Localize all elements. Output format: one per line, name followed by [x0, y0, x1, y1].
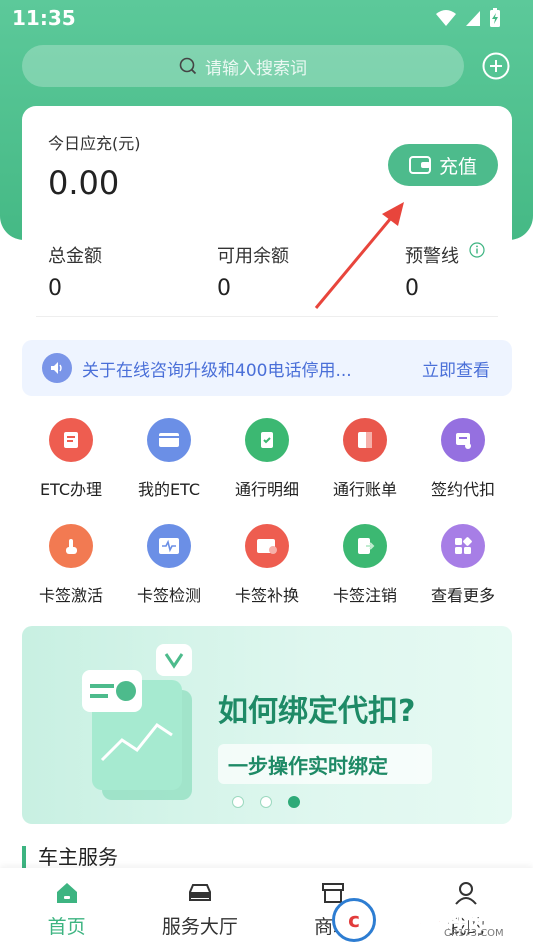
- recharge-button[interactable]: 充值: [388, 144, 498, 186]
- grid-label: 卡签激活: [38, 586, 103, 605]
- search-input[interactable]: 请输入搜索词: [22, 45, 464, 87]
- notice-view-link[interactable]: 立即查看: [422, 356, 490, 381]
- section-title: 车主服务: [22, 846, 118, 868]
- grid-label: 通行明细: [234, 480, 299, 499]
- watermark-logo: c: [332, 898, 376, 942]
- grid-item-etc-apply[interactable]: ETC办理: [22, 418, 120, 524]
- home-icon: [56, 883, 77, 903]
- tab-label: 服务大厅: [161, 916, 238, 938]
- grid-item-more[interactable]: 查看更多: [414, 524, 512, 630]
- replace-icon: [245, 524, 289, 568]
- speaker-icon: [42, 353, 72, 383]
- watermark: c 西西软件园 CR173.COM: [332, 898, 530, 942]
- signal-icon: [466, 11, 480, 26]
- notice-text: 关于在线咨询升级和400电话停用...: [82, 360, 352, 381]
- balance-card: 今日应充(元) 0.00 充值 总金额 0 可用余额 0 预警线 0: [22, 106, 512, 317]
- grid-label: 我的ETC: [137, 480, 201, 499]
- stat-total: 总金额 0: [48, 242, 102, 301]
- banner-title: 如何绑定代扣?: [218, 694, 416, 729]
- stat-total-value: 0: [48, 276, 62, 301]
- battery-icon: [490, 8, 500, 27]
- grid-item-my-etc[interactable]: 我的ETC: [120, 418, 218, 524]
- stat-available-value: 0: [217, 276, 231, 301]
- status-time: 11:35: [12, 6, 76, 30]
- wallet-icon: [408, 156, 431, 174]
- grid-item-detect[interactable]: 卡签检测: [120, 524, 218, 630]
- stat-warning-label: 预警线: [405, 246, 459, 267]
- pass-detail-icon: [245, 418, 289, 462]
- carousel-dot-active[interactable]: [288, 796, 300, 808]
- info-icon[interactable]: [469, 242, 485, 258]
- tab-label: 首页: [47, 916, 86, 938]
- stat-total-label: 总金额: [48, 246, 102, 267]
- grid-item-pass-bill[interactable]: 通行账单: [316, 418, 414, 524]
- today-recharge-label: 今日应充(元): [48, 134, 141, 153]
- activate-icon: [49, 524, 93, 568]
- cancel-icon: [343, 524, 387, 568]
- stat-warning: 预警线 0: [405, 242, 485, 301]
- grid-label: 查看更多: [430, 586, 495, 605]
- card-divider: [36, 316, 498, 317]
- carousel-dots: [232, 796, 300, 808]
- stat-warning-value: 0: [405, 276, 419, 301]
- add-circle-icon[interactable]: [482, 52, 510, 80]
- grid-item-pass-detail[interactable]: 通行明细: [218, 418, 316, 524]
- pass-bill-icon: [343, 418, 387, 462]
- grid-item-cancel[interactable]: 卡签注销: [316, 524, 414, 630]
- search-placeholder: 请输入搜索词: [205, 58, 307, 79]
- grid-label: 通行账单: [332, 480, 397, 499]
- detect-icon: [147, 524, 191, 568]
- grid-label: 卡签补换: [234, 586, 299, 605]
- service-grid: ETC办理 我的ETC 通行明细 通行账单 签约代扣 卡签激活 卡签检测 卡签补…: [22, 418, 512, 630]
- search-icon: [179, 57, 197, 75]
- carousel-dot[interactable]: [260, 796, 272, 808]
- etc-card-icon: [147, 418, 191, 462]
- stat-available: 可用余额 0: [217, 242, 289, 301]
- more-icon: [441, 524, 485, 568]
- today-recharge-value: 0.00: [48, 164, 120, 202]
- stat-available-label: 可用余额: [217, 246, 289, 267]
- wifi-icon: [436, 10, 456, 26]
- sign-withhold-icon: [441, 418, 485, 462]
- grid-item-activate[interactable]: 卡签激活: [22, 524, 120, 630]
- promo-banner[interactable]: 如何绑定代扣? 一步操作实时绑定: [22, 626, 512, 824]
- banner-subtitle: 一步操作实时绑定: [228, 754, 388, 778]
- grid-label: 签约代扣: [430, 480, 495, 499]
- bind-illustration-icon: [82, 644, 192, 800]
- annotation-arrow-icon: [314, 202, 404, 309]
- carousel-dot[interactable]: [232, 796, 244, 808]
- grid-label: ETC办理: [39, 480, 103, 499]
- tab-service-hall[interactable]: 服务大厅: [133, 868, 266, 948]
- recharge-label: 充值: [438, 155, 477, 178]
- grid-item-sign-withhold[interactable]: 签约代扣: [414, 418, 512, 524]
- status-bar: 11:35: [0, 0, 533, 36]
- grid-label: 卡签注销: [332, 586, 397, 605]
- notice-bar[interactable]: 关于在线咨询升级和400电话停用... 立即查看: [22, 340, 512, 396]
- grid-label: 卡签检测: [136, 586, 201, 605]
- grid-item-replace[interactable]: 卡签补换: [218, 524, 316, 630]
- tab-home[interactable]: 首页: [0, 868, 133, 948]
- car-icon: [188, 884, 211, 901]
- etc-apply-icon: [49, 418, 93, 462]
- watermark-url: CR173.COM: [444, 928, 504, 939]
